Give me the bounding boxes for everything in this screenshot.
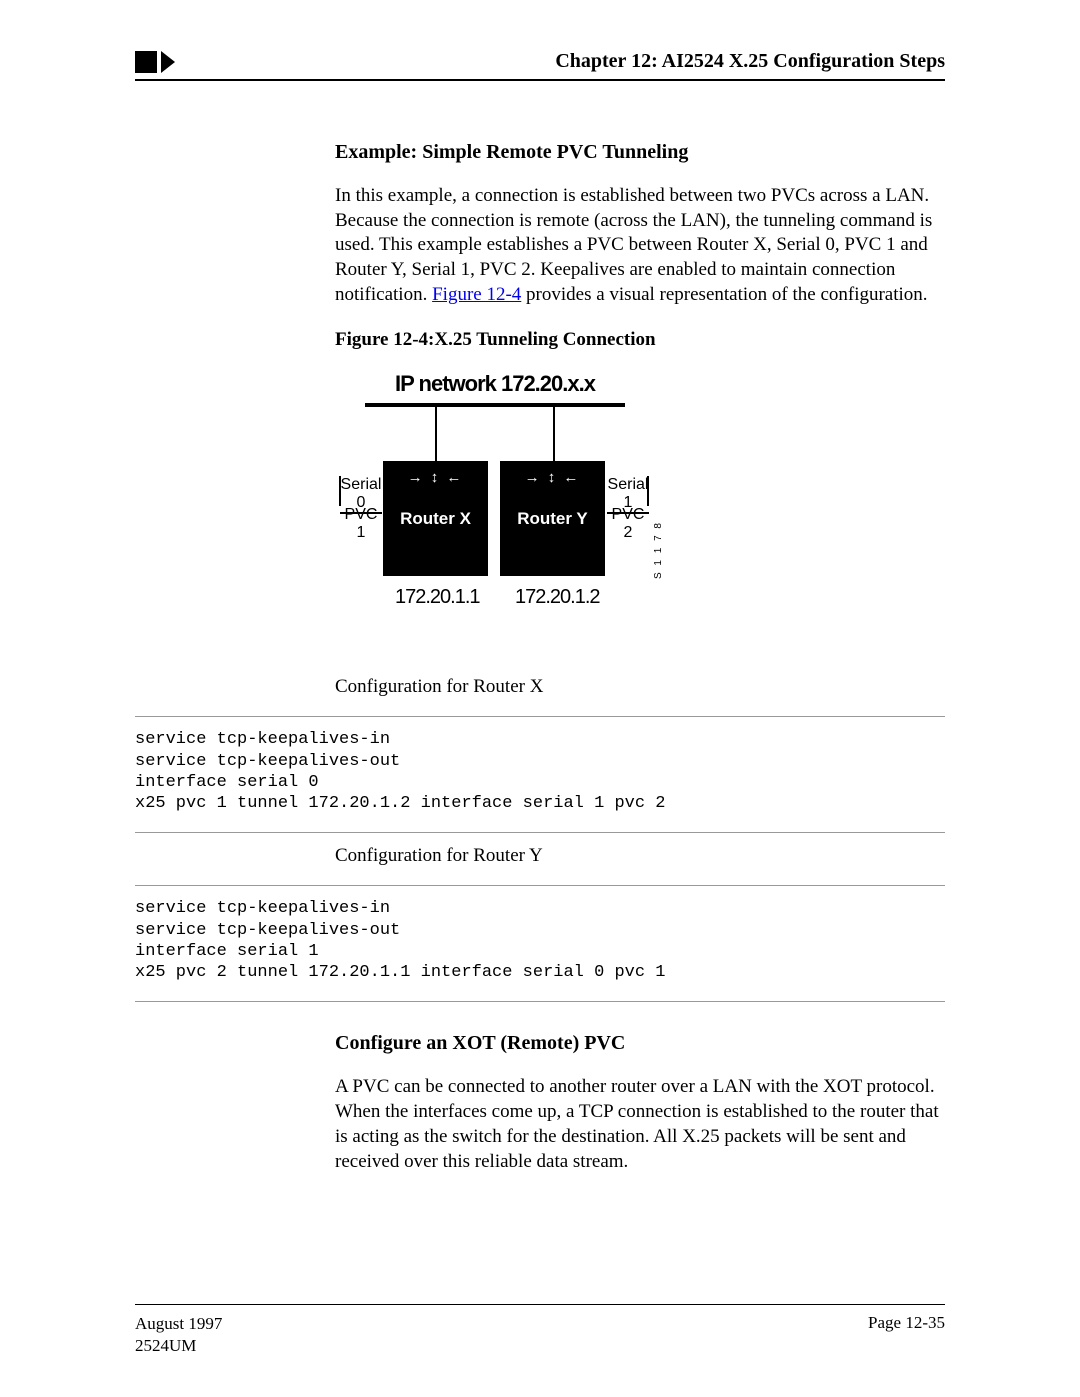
footer-left: August 1997 2524UM (135, 1313, 222, 1357)
drop-line-left (435, 407, 437, 462)
config-x-label: Configuration for Router X (335, 676, 945, 698)
router-y-label: Router Y (517, 509, 588, 529)
router-x-box: → ↕ ← Router X (383, 461, 488, 576)
config-x-block: service tcp-keepalives-in service tcp-ke… (135, 716, 945, 833)
router-y-box: → ↕ ← Router Y (500, 461, 605, 576)
section-heading-example: Example: Simple Remote PVC Tunneling (335, 141, 945, 164)
chapter-title: Chapter 12: AI2524 X.25 Configuration St… (555, 50, 945, 73)
config-y-code: service tcp-keepalives-in service tcp-ke… (135, 898, 945, 983)
divider (135, 885, 945, 886)
router-x-arrows-icon: → ↕ ← (383, 469, 488, 487)
router-y-arrows-icon: → ↕ ← (500, 469, 605, 487)
config-x-code: service tcp-keepalives-in service tcp-ke… (135, 729, 945, 814)
ip-network-label: IP network 172.20.x.x (335, 371, 655, 397)
section-heading-xot: Configure an XOT (Remote) PVC (335, 1032, 945, 1055)
figure-caption: Figure 12-4:X.25 Tunneling Connection (335, 329, 945, 351)
section-paragraph-xot: A PVC can be connected to another router… (335, 1075, 945, 1174)
router-x-label: Router X (400, 509, 471, 529)
figure-side-number: S 1 1 7 8 (653, 521, 664, 579)
logo-icon (135, 51, 179, 73)
pvc2-label: PVC 2 (607, 506, 649, 541)
content-column: Example: Simple Remote PVC Tunneling In … (335, 141, 945, 698)
router-x-ip: 172.20.1.1 (395, 586, 480, 609)
footer-doc: 2524UM (135, 1336, 196, 1355)
content-column: Configuration for Router Y (335, 845, 945, 867)
divider (135, 832, 945, 833)
footer-date: August 1997 (135, 1314, 222, 1333)
figure-diagram: IP network 172.20.x.x Serial 0 PVC 1 Ser… (335, 371, 655, 651)
figure-link[interactable]: Figure 12-4 (432, 284, 521, 305)
page: Chapter 12: AI2524 X.25 Configuration St… (0, 0, 1080, 1397)
config-y-label: Configuration for Router Y (335, 845, 945, 867)
config-y-block: service tcp-keepalives-in service tcp-ke… (135, 885, 945, 1002)
para-text-after: provides a visual representation of the … (521, 284, 927, 305)
divider (135, 1001, 945, 1002)
network-bus-line (365, 403, 625, 407)
page-footer: August 1997 2524UM Page 12-35 (135, 1304, 945, 1357)
section-paragraph: In this example, a connection is establi… (335, 184, 945, 307)
router-y-ip: 172.20.1.2 (515, 586, 600, 609)
divider (135, 716, 945, 717)
page-header: Chapter 12: AI2524 X.25 Configuration St… (135, 50, 945, 81)
drop-line-right (553, 407, 555, 462)
content-column: Configure an XOT (Remote) PVC A PVC can … (335, 1032, 945, 1174)
footer-page: Page 12-35 (868, 1313, 945, 1357)
pvc1-label: PVC 1 (340, 506, 382, 541)
